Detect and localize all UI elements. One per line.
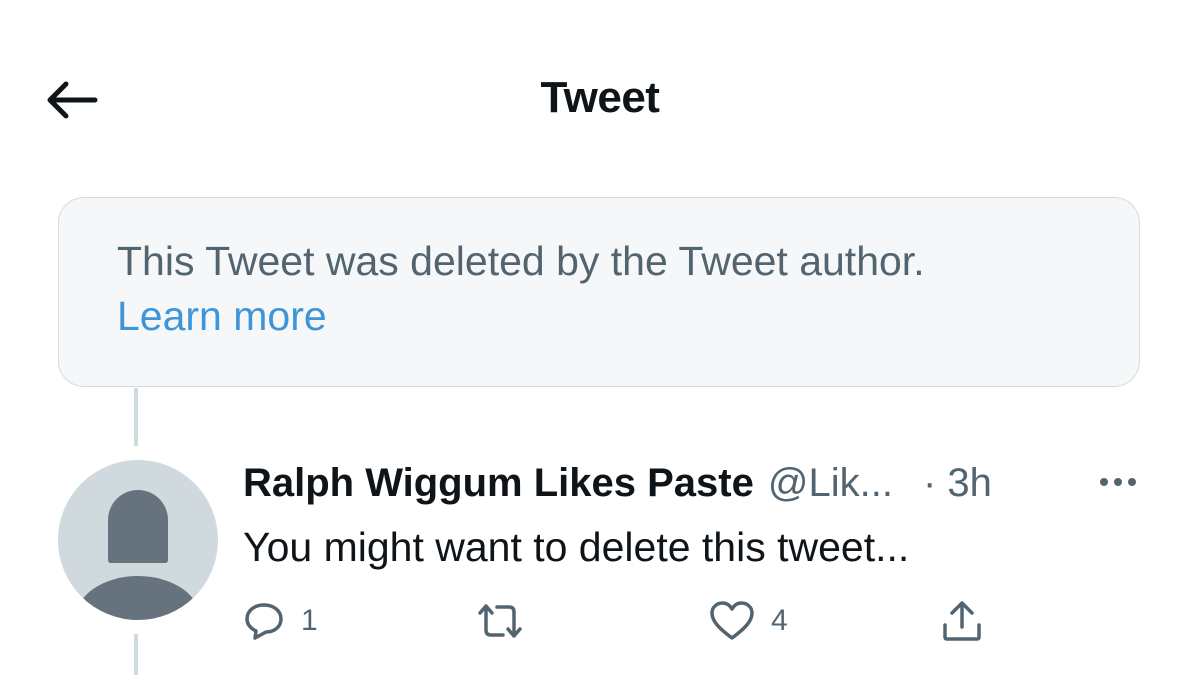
author-handle[interactable]: @Lik... bbox=[768, 461, 893, 506]
page-title: Tweet bbox=[540, 73, 660, 122]
retweet-icon bbox=[478, 604, 522, 638]
tweet-timestamp[interactable]: · 3h bbox=[923, 461, 992, 506]
tweet-body: You might want to delete this tweet... bbox=[243, 524, 910, 570]
share-icon bbox=[943, 601, 981, 641]
default-avatar-icon bbox=[76, 490, 200, 620]
thread-line-bottom bbox=[134, 634, 138, 675]
avatar[interactable] bbox=[58, 460, 218, 620]
like-count: 4 bbox=[771, 604, 788, 637]
tweet-header: Ralph Wiggum Likes Paste @Lik... · 3h bbox=[243, 458, 992, 508]
heart-icon bbox=[710, 601, 754, 640]
reply-button[interactable]: 1 bbox=[243, 596, 318, 646]
deleted-tweet-notice: This Tweet was deleted by the Tweet auth… bbox=[58, 197, 1140, 387]
like-button[interactable]: 4 bbox=[709, 596, 788, 646]
more-horizontal-icon bbox=[1100, 478, 1136, 486]
reply-count: 1 bbox=[301, 604, 318, 637]
deleted-notice-text: This Tweet was deleted by the Tweet auth… bbox=[117, 238, 925, 284]
share-button[interactable] bbox=[940, 596, 984, 646]
retweet-button[interactable] bbox=[475, 596, 525, 646]
learn-more-link[interactable]: Learn more bbox=[117, 289, 327, 344]
thread-line-top bbox=[134, 388, 138, 446]
more-options-button[interactable] bbox=[1090, 466, 1146, 498]
author-name[interactable]: Ralph Wiggum Likes Paste bbox=[243, 461, 754, 506]
reply-icon bbox=[245, 603, 283, 640]
